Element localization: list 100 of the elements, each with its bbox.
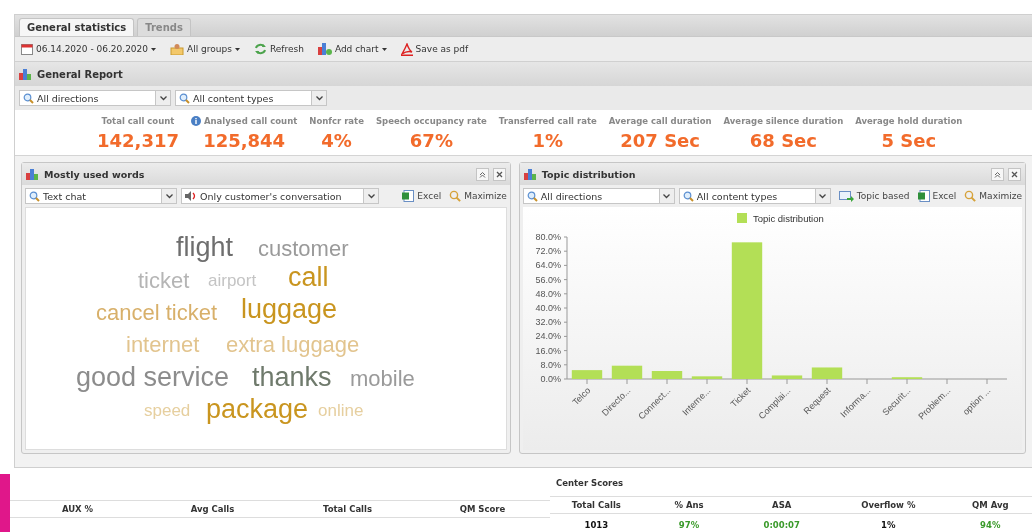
column-header: Overflow % bbox=[860, 500, 917, 510]
search-icon bbox=[23, 92, 34, 104]
speaker-icon bbox=[185, 191, 197, 201]
report-title: General Report bbox=[37, 68, 123, 80]
magnifier-icon bbox=[449, 190, 462, 202]
cloud-word: extra luggage bbox=[226, 334, 360, 356]
table-cell-text: 1013 bbox=[583, 520, 610, 530]
cloud-word: customer bbox=[258, 238, 349, 260]
bar bbox=[811, 367, 843, 379]
filter-dropdown[interactable]: All content types bbox=[678, 188, 831, 204]
axis-label: 16.0% bbox=[535, 345, 561, 356]
stat-value: 68 Sec bbox=[749, 130, 817, 151]
chevron-down-icon bbox=[165, 193, 173, 199]
cloud-word: package bbox=[206, 396, 309, 423]
chevron-up-icon bbox=[994, 170, 1001, 178]
toolbar-button[interactable]: Topic based bbox=[838, 190, 910, 202]
toolbar-button[interactable]: Refresh bbox=[253, 43, 304, 55]
chevron-down-icon bbox=[663, 193, 671, 199]
stat-value: 207 Sec bbox=[620, 130, 700, 151]
table-title: Center Scores bbox=[555, 477, 625, 490]
panel-title: Topic distribution bbox=[541, 168, 637, 180]
axis-label: 72.0% bbox=[535, 246, 561, 257]
cloud-word: internet bbox=[126, 334, 200, 356]
cloud-word: airport bbox=[208, 272, 257, 289]
people-icon bbox=[170, 43, 185, 55]
cloud-word: cancel ticket bbox=[96, 302, 218, 324]
toolbar-button[interactable]: Add chart bbox=[317, 43, 387, 55]
bar bbox=[771, 375, 803, 379]
calendar-icon bbox=[21, 43, 33, 55]
magnifier-icon bbox=[964, 190, 977, 202]
axis-label: 40.0% bbox=[535, 303, 561, 313]
table-cell-text: 94% bbox=[979, 520, 1002, 530]
spreadsheet-icon bbox=[402, 190, 415, 202]
toolbar-button[interactable]: Maximize bbox=[964, 190, 1022, 202]
stat-label: Analysed call count bbox=[204, 116, 298, 126]
chevron-down-icon bbox=[367, 193, 375, 199]
cloud-word: mobile bbox=[350, 368, 415, 390]
cloud-word: thanks bbox=[252, 364, 332, 391]
spreadsheet-icon bbox=[917, 190, 930, 202]
chevron-down-icon bbox=[819, 193, 827, 199]
stat-label: Speech occupancy rate bbox=[375, 116, 487, 126]
cloud-word: online bbox=[318, 402, 364, 419]
toolbar-button[interactable]: Excel bbox=[402, 190, 442, 202]
cloud-word: call bbox=[288, 264, 329, 291]
column-header: QM Score bbox=[458, 504, 507, 514]
stat-label: Nonfcr rate bbox=[309, 116, 364, 126]
chevron-down-icon bbox=[159, 95, 167, 101]
axis-label: 80.0% bbox=[535, 232, 561, 242]
cloud-word: flight bbox=[176, 234, 234, 261]
tab[interactable]: General statistics bbox=[19, 18, 135, 36]
stat-label: Average hold duration bbox=[855, 116, 963, 126]
column-header: ASA bbox=[771, 500, 793, 510]
table-cell-text: 0:00:07 bbox=[762, 520, 801, 530]
toolbar-button[interactable]: All groups bbox=[170, 43, 240, 55]
stat-value: 142,317 bbox=[97, 130, 179, 151]
add-chart-icon bbox=[317, 43, 332, 55]
filter-dropdown[interactable]: All directions bbox=[19, 90, 171, 106]
close-button[interactable] bbox=[1008, 167, 1021, 181]
axis-label: 0.0% bbox=[540, 374, 561, 384]
collapse-button[interactable] bbox=[475, 167, 489, 181]
toolbar-button[interactable]: Save as pdf bbox=[400, 42, 469, 56]
bar-chart-icon bbox=[523, 168, 538, 180]
search-icon bbox=[29, 190, 40, 202]
axis-label: 32.0% bbox=[535, 317, 561, 328]
cloud-word: speed bbox=[144, 402, 191, 419]
toolbar-button[interactable]: Excel bbox=[917, 190, 957, 202]
search-icon bbox=[682, 190, 694, 202]
search-icon bbox=[179, 92, 190, 104]
bar bbox=[571, 370, 603, 379]
stat-value: 67% bbox=[409, 130, 453, 151]
stat-label: Average silence duration bbox=[723, 116, 844, 126]
column-header: % Ans bbox=[673, 500, 705, 510]
table-cell-text: 97% bbox=[677, 520, 701, 530]
toolbar-button[interactable]: Maximize bbox=[449, 190, 507, 202]
column-header: AUX % bbox=[60, 504, 95, 514]
stat-value: 125,844 bbox=[203, 130, 286, 151]
bar-chart-icon bbox=[26, 168, 40, 180]
collapse-button[interactable] bbox=[991, 167, 1004, 181]
column-header: QM Avg bbox=[971, 500, 1010, 510]
cloud-word: good service bbox=[76, 364, 230, 391]
table-cell-text: 1% bbox=[880, 520, 897, 530]
axis-label: 56.0% bbox=[535, 274, 561, 285]
toolbar-button[interactable]: 06.14.2020 - 06.20.2020 bbox=[21, 43, 157, 55]
filter-dropdown[interactable]: Text chat bbox=[25, 188, 177, 204]
filter-dropdown[interactable]: Only customer's conversation bbox=[181, 188, 379, 204]
column-header: Total Calls bbox=[321, 504, 373, 514]
search-icon bbox=[526, 190, 538, 202]
close-button[interactable] bbox=[492, 167, 506, 181]
close-icon bbox=[495, 170, 503, 178]
axis-label: 64.0% bbox=[535, 260, 561, 271]
stat-label: Average call duration bbox=[608, 116, 712, 126]
filter-dropdown[interactable]: All content types bbox=[175, 90, 327, 106]
close-icon bbox=[1011, 170, 1018, 178]
stat-value: 1% bbox=[532, 130, 564, 151]
stat-value: 5 Sec bbox=[881, 130, 937, 151]
bar bbox=[611, 365, 643, 379]
axis-label: 24.0% bbox=[535, 331, 561, 342]
filter-dropdown[interactable]: All directions bbox=[522, 188, 675, 204]
column-header: Total Calls bbox=[570, 500, 622, 510]
chevron-down-icon bbox=[315, 95, 323, 101]
